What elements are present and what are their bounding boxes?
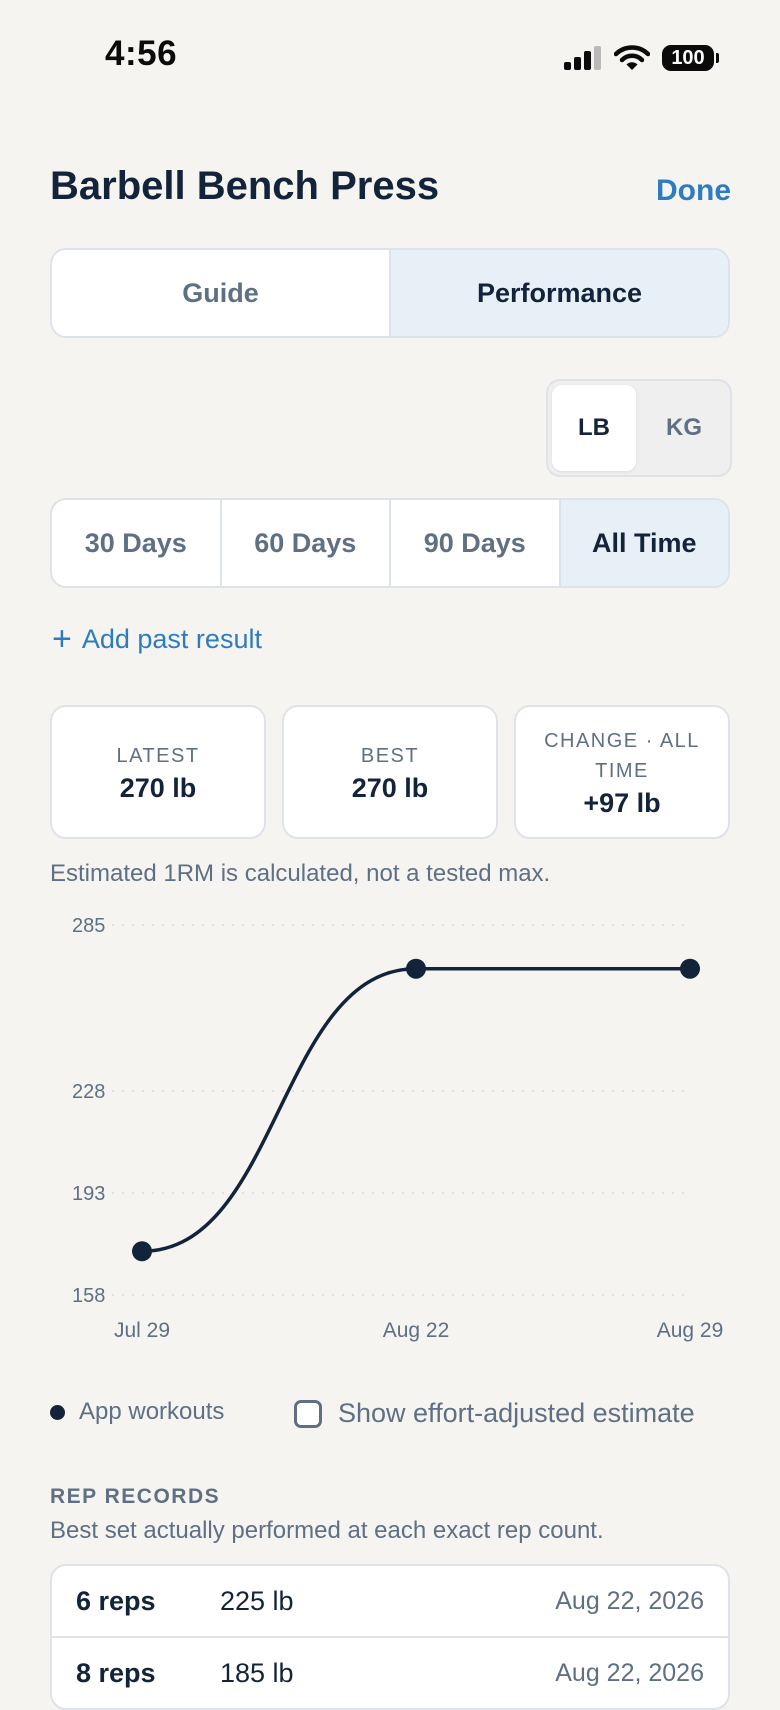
effort-adjusted-label: Show effort-adjusted estimate <box>338 1398 695 1428</box>
effort-adjusted-toggle[interactable]: Show effort-adjusted estimate <box>294 1398 695 1429</box>
rep-records-table: 6 reps 225 lb Aug 22, 2026 8 reps 185 lb… <box>50 1564 730 1710</box>
stat-value: +97 lb <box>583 787 661 818</box>
x-tick-label: Jul 29 <box>114 1319 170 1342</box>
effort-adjusted-checkbox[interactable] <box>294 1399 322 1428</box>
legend-label: App workouts <box>79 1398 225 1425</box>
table-row[interactable]: 6 reps 225 lb Aug 22, 2026 <box>52 1566 728 1636</box>
data-point <box>132 1241 152 1262</box>
chart-legend: App workouts <box>50 1398 224 1426</box>
rep-date: Aug 22, 2026 <box>555 1586 704 1615</box>
stat-label: CHANGE · ALL TIME <box>544 729 700 782</box>
rep-weight: 185 lb <box>220 1657 294 1688</box>
page-title: Barbell Bench Press <box>50 164 440 208</box>
y-tick-label: 158 <box>72 1285 105 1307</box>
done-button[interactable]: Done <box>656 174 731 208</box>
rep-weight: 225 lb <box>220 1585 294 1616</box>
plus-icon: + <box>52 620 72 658</box>
range-60-days[interactable]: 60 Days <box>219 500 390 586</box>
table-row[interactable]: 8 reps 185 lb Aug 22, 2026 <box>52 1636 728 1708</box>
rep-date: Aug 22, 2026 <box>555 1658 704 1687</box>
unit-toggle: LB KG <box>546 379 732 477</box>
rep-count: 8 reps <box>76 1657 156 1688</box>
add-past-result-label: Add past result <box>81 623 262 654</box>
range-90-days[interactable]: 90 Days <box>389 500 559 586</box>
tab-guide[interactable]: Guide <box>52 250 389 336</box>
unit-lb-button[interactable]: LB <box>552 385 636 471</box>
data-point <box>406 958 426 979</box>
cellular-signal-icon <box>564 46 601 70</box>
data-point <box>680 958 700 979</box>
stat-label: LATEST <box>116 744 200 767</box>
stat-value: 270 lb <box>119 772 197 803</box>
wifi-icon <box>614 45 650 70</box>
range-30-days[interactable]: 30 Days <box>52 500 220 586</box>
e1rm-line-chart: 285 228 193 158 Jul 29 Aug 22 Aug 29 <box>72 915 724 1342</box>
y-tick-label: 228 <box>72 1081 105 1103</box>
x-tick-label: Aug 29 <box>657 1319 724 1342</box>
stat-label: BEST <box>360 744 420 767</box>
y-tick-label: 193 <box>72 1183 105 1205</box>
rep-records-heading: REP RECORDS <box>50 1485 221 1508</box>
stat-card-latest: LATEST 270 lb <box>50 705 266 839</box>
series-line <box>141 966 690 1254</box>
stat-value: 270 lb <box>351 772 429 803</box>
range-selector: 30 Days 60 Days 90 Days All Time <box>50 498 730 588</box>
add-past-result-button[interactable]: + Add past result <box>52 622 262 656</box>
view-tabs: Guide Performance <box>50 248 730 338</box>
stat-cards: LATEST 270 lb BEST 270 lb CHANGE · ALL T… <box>50 705 730 839</box>
unit-kg-button[interactable]: KG <box>642 385 726 471</box>
tab-performance[interactable]: Performance <box>389 250 728 336</box>
range-all-time[interactable]: All Time <box>558 500 728 586</box>
rep-count: 6 reps <box>76 1585 156 1616</box>
y-tick-label: 285 <box>72 915 105 937</box>
status-icons: 100 <box>564 40 719 76</box>
x-tick-label: Aug 22 <box>383 1319 450 1342</box>
rep-records-subtitle: Best set actually performed at each exac… <box>50 1517 604 1544</box>
estimate-note: Estimated 1RM is calculated, not a teste… <box>50 860 551 887</box>
status-time: 4:56 <box>105 34 178 73</box>
battery-icon: 100 <box>662 45 719 71</box>
legend-marker <box>50 1404 65 1420</box>
stat-card-best: BEST 270 lb <box>282 705 498 839</box>
battery-level: 100 <box>671 46 705 69</box>
stat-card-change: CHANGE · ALL TIME +97 lb <box>514 705 730 839</box>
